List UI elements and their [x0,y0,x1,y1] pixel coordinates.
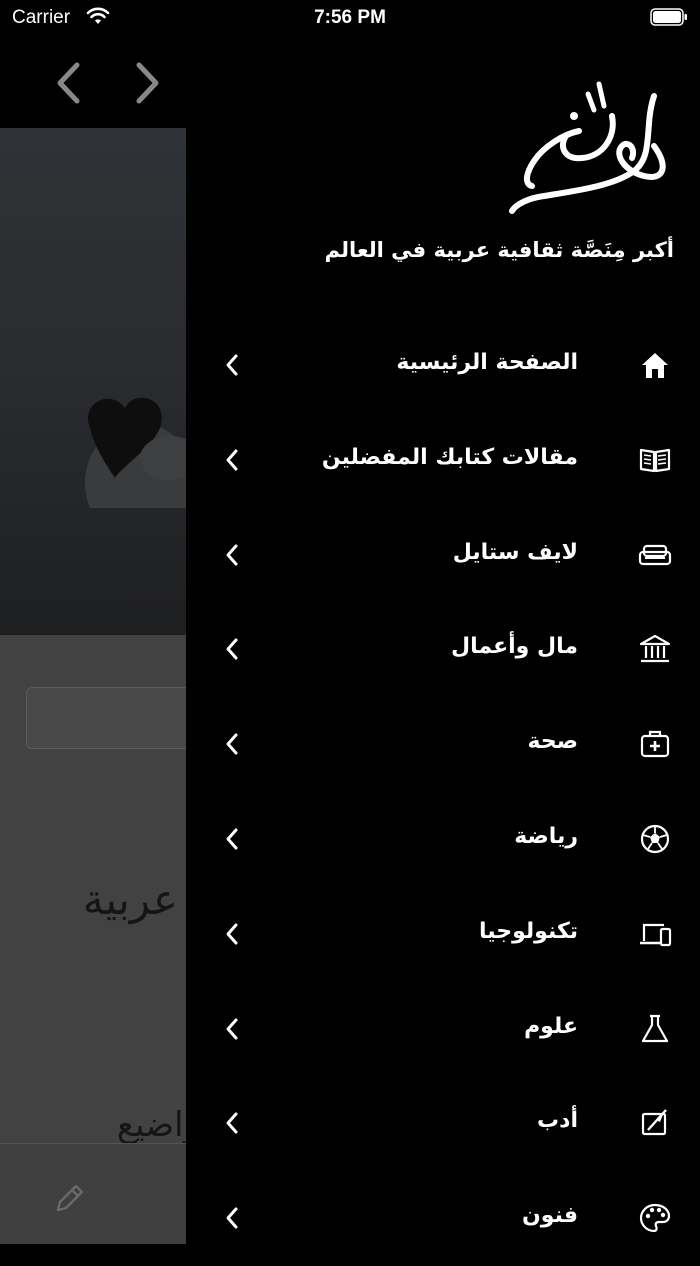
chevron-left-icon [226,923,238,945]
menu-item-sports[interactable]: رياضة [186,792,700,887]
menu-item-label: أدب [537,1108,578,1134]
background-content: عربية واضيع [0,635,186,1244]
menu-item-label: فنون [522,1203,578,1229]
menu-item-label: مقالات كتابك المفضلين [321,444,578,470]
drawer-menu: الصفحة الرئيسية مقالات كتابك المفضلين لا… [186,318,700,1266]
chevron-left-icon [57,62,80,104]
chevron-right-icon [136,62,159,104]
battery-icon [650,8,687,26]
chevron-left-icon [226,354,238,376]
chevron-left-icon [226,638,238,660]
forward-button[interactable] [128,58,168,108]
chevron-left-icon [226,828,238,850]
menu-item-label: علوم [524,1013,578,1039]
menu-item-business[interactable]: مال وأعمال [186,602,700,697]
book-icon [639,448,671,472]
menu-item-label: صحة [527,729,578,755]
first-aid-icon [640,731,670,758]
menu-item-label: الصفحة الرئيسية [396,350,578,375]
menu-item-arts[interactable]: فنون [186,1171,700,1266]
chevron-left-icon [226,1112,238,1134]
bank-icon [639,635,671,663]
app-logo [509,81,666,214]
sofa-icon [638,544,672,565]
menu-item-label: مال وأعمال [451,634,578,660]
menu-item-science[interactable]: علوم [186,982,700,1077]
tagline: أكبر مِنَصَّة ثقافية عربية في العالم [324,238,674,262]
menu-item-home[interactable]: الصفحة الرئيسية [186,318,700,413]
menu-item-label: رياضة [514,823,578,849]
devices-icon [640,923,672,946]
home-icon [642,353,668,378]
pencil-icon[interactable] [52,1180,88,1216]
menu-item-favorite-writers[interactable]: مقالات كتابك المفضلين [186,413,700,508]
background-subheading: واضيع [116,1105,186,1145]
chevron-left-icon [226,544,238,566]
menu-item-label: لايف ستايل [452,539,578,565]
menu-item-literature[interactable]: أدب [186,1076,700,1171]
status-bar: Carrier 7:56 PM [0,0,700,36]
soccer-ball-icon [640,824,670,854]
background-heading: عربية [82,875,178,924]
flask-icon [641,1014,669,1042]
menu-item-lifestyle[interactable]: لايف ستايل [186,508,700,603]
hero-image [0,128,186,635]
chevron-left-icon [226,1207,238,1229]
menu-item-technology[interactable]: تكنولوجيا [186,887,700,982]
chevron-left-icon [226,449,238,471]
background-search-field[interactable] [26,687,186,749]
clock: 7:56 PM [314,7,386,28]
menu-item-health[interactable]: صحة [186,697,700,792]
feather-book-icon [641,1109,667,1136]
heart-image [85,397,186,508]
back-button[interactable] [48,58,88,108]
chevron-left-icon [226,733,238,755]
side-drawer: أكبر مِنَصَّة ثقافية عربية في العالم الص… [186,36,700,1244]
palette-icon [639,1204,671,1233]
background-tabbar [0,1143,186,1244]
background-navbar [0,36,186,128]
chevron-left-icon [226,1018,238,1040]
menu-item-label: تكنولوجيا [479,918,578,944]
